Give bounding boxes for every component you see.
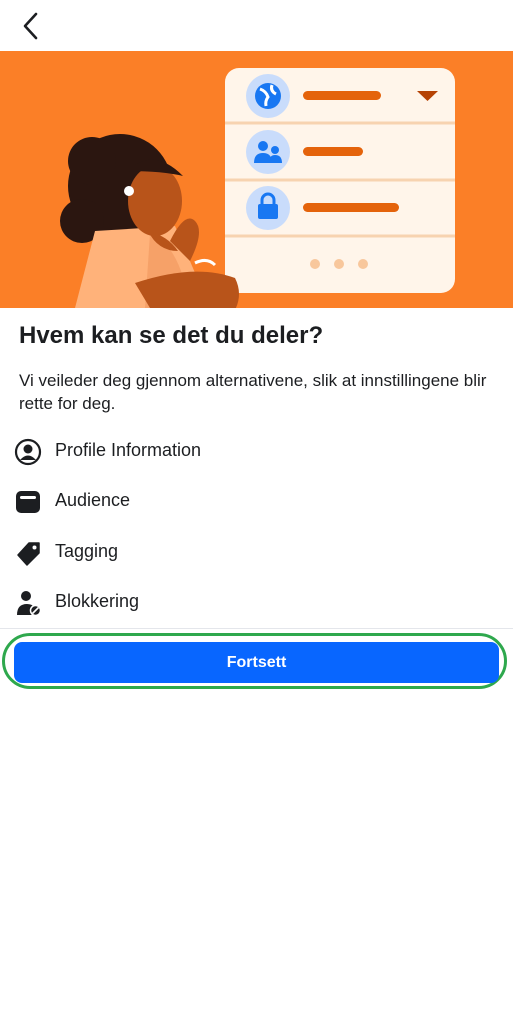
privacy-illustration [60,68,455,308]
chevron-left-icon[interactable] [16,10,48,42]
tag-icon [17,542,40,566]
list-item-blokkering: Blokkering [0,577,513,627]
hero-illustration [0,51,513,308]
continue-button[interactable]: Fortsett [14,642,499,683]
list-item-label: Audience [55,490,131,510]
page-description: Vi veileder deg gjennom alternativene, s… [19,371,487,413]
user-circle-icon [14,438,42,466]
list-item-label: Blokkering [55,591,140,611]
user-blocked-icon [17,591,42,617]
top-bar [0,0,513,51]
list-item-label: Profile Information [55,440,202,460]
list-item-label: Tagging [55,541,119,561]
browser-window-icon [16,491,40,513]
divider [0,628,513,629]
list-item-profile-information: Profile Information [0,426,513,476]
page-title: Hvem kan se det du deler? [19,322,324,349]
list-item-audience: Audience [0,476,513,526]
list-item-tagging: Tagging [0,527,513,577]
